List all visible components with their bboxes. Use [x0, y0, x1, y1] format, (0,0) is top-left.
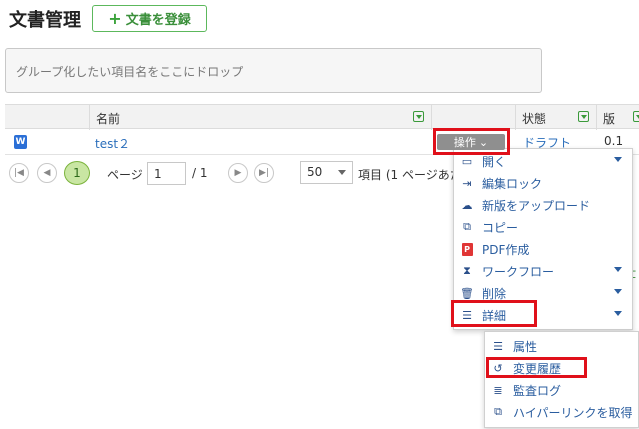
chevron-down-icon: [614, 157, 622, 162]
column-header-status-label: 状態: [522, 112, 547, 126]
column-header-operation: [431, 105, 515, 130]
link-icon: ⧉: [494, 405, 502, 418]
column-header-version[interactable]: 版: [596, 105, 639, 130]
register-document-button[interactable]: + 文書を登録: [92, 5, 207, 32]
pdf-icon: P: [460, 242, 474, 256]
column-header-version-label: 版: [603, 112, 616, 126]
total-pages: / 1: [192, 166, 208, 180]
menu-item-copy[interactable]: ⧉ コピー: [454, 216, 632, 238]
submenu-item-label: ハイパーリンクを取得: [513, 405, 633, 420]
menu-item-label: 新版をアップロード: [482, 198, 591, 213]
monitor-icon: ▭: [461, 154, 473, 168]
filter-icon[interactable]: [578, 111, 589, 122]
details-submenu: ☰ 属性 ↺ 変更履歴 ≣ 監査ログ ⧉ ハイパーリンクを取得: [484, 331, 639, 428]
page-label: ページ: [107, 168, 143, 182]
cloud-upload-icon: ☁: [461, 198, 473, 212]
trash-icon: 🗑: [460, 286, 474, 300]
highlight-operation-button: [433, 128, 510, 155]
submenu-item-properties[interactable]: ☰ 属性: [485, 335, 638, 357]
menu-item-label: 開く: [482, 154, 507, 169]
highlight-change-history-item: [486, 357, 587, 378]
next-page-icon[interactable]: ▶: [228, 163, 248, 183]
current-page-button[interactable]: 1: [64, 161, 90, 185]
menu-item-label: コピー: [482, 220, 519, 235]
hourglass-icon: ⧗: [463, 264, 471, 277]
chevron-down-icon: [614, 289, 622, 294]
page-size-select[interactable]: 50: [300, 161, 353, 184]
sign-in-icon: ⇥: [462, 176, 472, 190]
chevron-down-icon: [614, 267, 622, 272]
table-header: 名前 状態 版: [5, 104, 639, 130]
menu-item-label: ワークフロー: [482, 264, 555, 279]
prev-page-icon[interactable]: ◀: [37, 163, 57, 183]
menu-item-create-pdf[interactable]: P PDF作成: [454, 238, 632, 260]
menu-item-label: PDF作成: [482, 242, 530, 257]
column-header-icon: [5, 105, 89, 130]
column-header-name-label: 名前: [96, 112, 121, 126]
group-drop-zone[interactable]: グループ化したい項目名をここにドロップ: [5, 48, 542, 93]
first-page-icon[interactable]: |◀: [9, 163, 29, 183]
page-title: 文書管理: [9, 10, 81, 31]
register-document-label: 文書を登録: [125, 13, 191, 28]
last-page-icon[interactable]: ▶|: [254, 163, 274, 183]
copy-icon: ⧉: [463, 220, 471, 233]
document-name-link[interactable]: test２: [95, 135, 130, 152]
column-header-name[interactable]: 名前: [89, 105, 431, 130]
submenu-item-label: 属性: [513, 339, 538, 354]
plus-icon: +: [108, 8, 122, 28]
list-icon: ☰: [493, 339, 503, 353]
menu-item-label: 編集ロック: [482, 176, 543, 191]
items-per-page-text: 項目 (1 ページあた: [358, 168, 462, 182]
column-header-status[interactable]: 状態: [515, 105, 596, 130]
menu-item-edit-lock[interactable]: ⇥ 編集ロック: [454, 172, 632, 194]
filter-icon[interactable]: [633, 111, 639, 122]
submenu-item-label: 監査ログ: [513, 383, 562, 398]
menu-item-upload-new-version[interactable]: ☁ 新版をアップロード: [454, 194, 632, 216]
filter-icon[interactable]: [413, 111, 424, 122]
page-number-input[interactable]: 1: [147, 162, 186, 185]
chevron-down-icon: [614, 311, 622, 316]
database-icon: ≣: [493, 383, 503, 397]
submenu-item-get-hyperlink[interactable]: ⧉ ハイパーリンクを取得: [485, 401, 638, 423]
menu-item-label: 削除: [482, 286, 507, 301]
submenu-item-audit-log[interactable]: ≣ 監査ログ: [485, 379, 638, 401]
word-file-icon: W: [14, 135, 27, 149]
highlight-details-item: [451, 300, 537, 327]
menu-item-workflow[interactable]: ⧗ ワークフロー: [454, 260, 632, 282]
version-value: 0.1: [604, 134, 624, 148]
